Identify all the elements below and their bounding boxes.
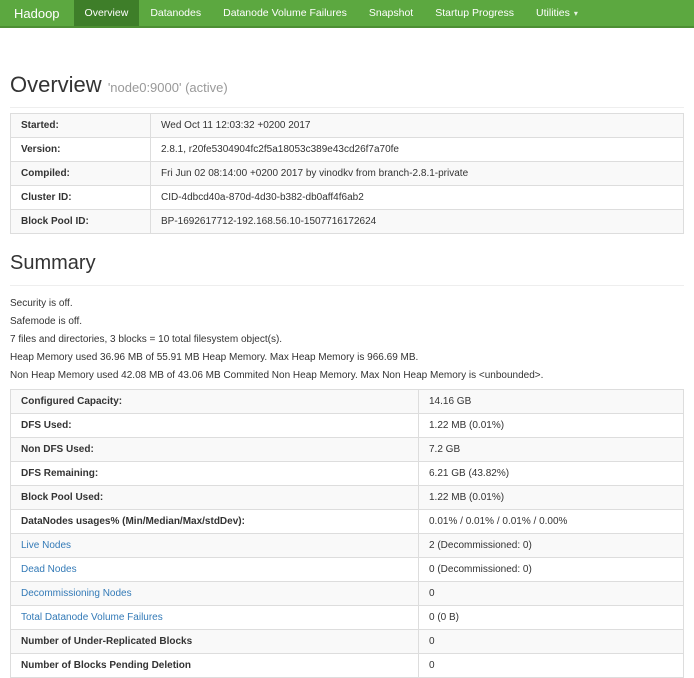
summary-value: 1.22 MB (0.01%) [419, 486, 684, 510]
page-title: Overview 'node0:9000' (active) [10, 72, 684, 108]
nav-item-label: Datanode Volume Failures [223, 7, 347, 19]
nav-item-overview[interactable]: Overview [74, 0, 140, 26]
summary-row: Total Datanode Volume Failures0 (0 B) [11, 606, 684, 630]
summary-label: Block Pool Used: [11, 486, 419, 510]
summary-value: 14.16 GB [419, 390, 684, 414]
summary-row: Configured Capacity:14.16 GB [11, 390, 684, 414]
info-label: Started: [11, 114, 151, 138]
nav-item-label: Snapshot [369, 7, 413, 19]
info-row: Block Pool ID:BP-1692617712-192.168.56.1… [11, 210, 684, 234]
summary-row: Number of Under-Replicated Blocks0 [11, 630, 684, 654]
summary-title: Summary [10, 252, 684, 286]
summary-label: Non DFS Used: [11, 438, 419, 462]
summary-value: 0 (0 B) [419, 606, 684, 630]
summary-paragraph: Safemode is off. [10, 317, 684, 327]
summary-label-link[interactable]: Live Nodes [11, 534, 419, 558]
summary-row: Decommissioning Nodes0 [11, 582, 684, 606]
info-row: Compiled:Fri Jun 02 08:14:00 +0200 2017 … [11, 162, 684, 186]
overview-subtitle: 'node0:9000' (active) [108, 80, 228, 95]
info-value: Wed Oct 11 12:03:32 +0200 2017 [151, 114, 684, 138]
info-row: Started:Wed Oct 11 12:03:32 +0200 2017 [11, 114, 684, 138]
summary-paragraph: Non Heap Memory used 42.08 MB of 43.06 M… [10, 371, 684, 381]
summary-paragraph: 7 files and directories, 3 blocks = 10 t… [10, 335, 684, 345]
info-label: Compiled: [11, 162, 151, 186]
nav-item-label: Utilities [536, 7, 570, 19]
summary-label: DataNodes usages% (Min/Median/Max/stdDev… [11, 510, 419, 534]
brand-hadoop[interactable]: Hadoop [0, 0, 74, 26]
overview-title: Overview [10, 72, 102, 97]
nav-item-label: Datanodes [150, 7, 201, 19]
summary-label: DFS Remaining: [11, 462, 419, 486]
summary-row: Live Nodes2 (Decommissioned: 0) [11, 534, 684, 558]
nav-item-snapshot[interactable]: Snapshot [358, 0, 424, 26]
summary-row: Non DFS Used:7.2 GB [11, 438, 684, 462]
info-label: Block Pool ID: [11, 210, 151, 234]
info-row: Cluster ID:CID-4dbcd40a-870d-4d30-b382-d… [11, 186, 684, 210]
summary-value: 1.22 MB (0.01%) [419, 414, 684, 438]
navbar: Hadoop Overview Datanodes Datanode Volume … [0, 0, 694, 28]
summary-value: 7.2 GB [419, 438, 684, 462]
summary-label: Number of Under-Replicated Blocks [11, 630, 419, 654]
summary-label-link[interactable]: Total Datanode Volume Failures [11, 606, 419, 630]
page-container: Overview 'node0:9000' (active) Started:W… [0, 72, 694, 678]
nav-item-startup-progress[interactable]: Startup Progress [424, 0, 525, 26]
summary-row: DFS Remaining:6.21 GB (43.82%) [11, 462, 684, 486]
nav-item-label: Overview [85, 7, 129, 19]
info-label: Cluster ID: [11, 186, 151, 210]
info-value: 2.8.1, r20fe5304904fc2f5a18053c389e43cd2… [151, 138, 684, 162]
chevron-down-icon: ▾ [574, 9, 578, 18]
summary-paragraphs: Security is off. Safemode is off. 7 files … [10, 299, 684, 381]
info-value: Fri Jun 02 08:14:00 +0200 2017 by vinodk… [151, 162, 684, 186]
summary-row: DFS Used:1.22 MB (0.01%) [11, 414, 684, 438]
summary-value: 0 [419, 582, 684, 606]
summary-row: Block Pool Used:1.22 MB (0.01%) [11, 486, 684, 510]
summary-value: 0.01% / 0.01% / 0.01% / 0.00% [419, 510, 684, 534]
summary-label-link[interactable]: Dead Nodes [11, 558, 419, 582]
nav-item-utilities[interactable]: Utilities ▾ [525, 0, 589, 26]
summary-paragraph: Heap Memory used 36.96 MB of 55.91 MB He… [10, 353, 684, 363]
info-row: Version:2.8.1, r20fe5304904fc2f5a18053c3… [11, 138, 684, 162]
summary-value: 0 [419, 630, 684, 654]
summary-label: Configured Capacity: [11, 390, 419, 414]
nav-items: Overview Datanodes Datanode Volume Failure… [74, 0, 589, 26]
info-label: Version: [11, 138, 151, 162]
info-value: CID-4dbcd40a-870d-4d30-b382-db0aff4f6ab2 [151, 186, 684, 210]
summary-row: DataNodes usages% (Min/Median/Max/stdDev… [11, 510, 684, 534]
summary-paragraph: Security is off. [10, 299, 684, 309]
summary-label-link[interactable]: Decommissioning Nodes [11, 582, 419, 606]
summary-label: Number of Blocks Pending Deletion [11, 654, 419, 678]
summary-value: 0 [419, 654, 684, 678]
summary-row: Dead Nodes0 (Decommissioned: 0) [11, 558, 684, 582]
summary-row: Number of Blocks Pending Deletion0 [11, 654, 684, 678]
info-value: BP-1692617712-192.168.56.10-150771617262… [151, 210, 684, 234]
summary-label: DFS Used: [11, 414, 419, 438]
summary-table: Configured Capacity:14.16 GBDFS Used:1.2… [10, 389, 684, 678]
nav-item-datanodes[interactable]: Datanodes [139, 0, 212, 26]
namenode-info-table: Started:Wed Oct 11 12:03:32 +0200 2017Ve… [10, 113, 684, 234]
nav-item-datanode-volume-failures[interactable]: Datanode Volume Failures [212, 0, 358, 26]
summary-value: 2 (Decommissioned: 0) [419, 534, 684, 558]
summary-value: 6.21 GB (43.82%) [419, 462, 684, 486]
summary-value: 0 (Decommissioned: 0) [419, 558, 684, 582]
nav-item-label: Startup Progress [435, 7, 514, 19]
